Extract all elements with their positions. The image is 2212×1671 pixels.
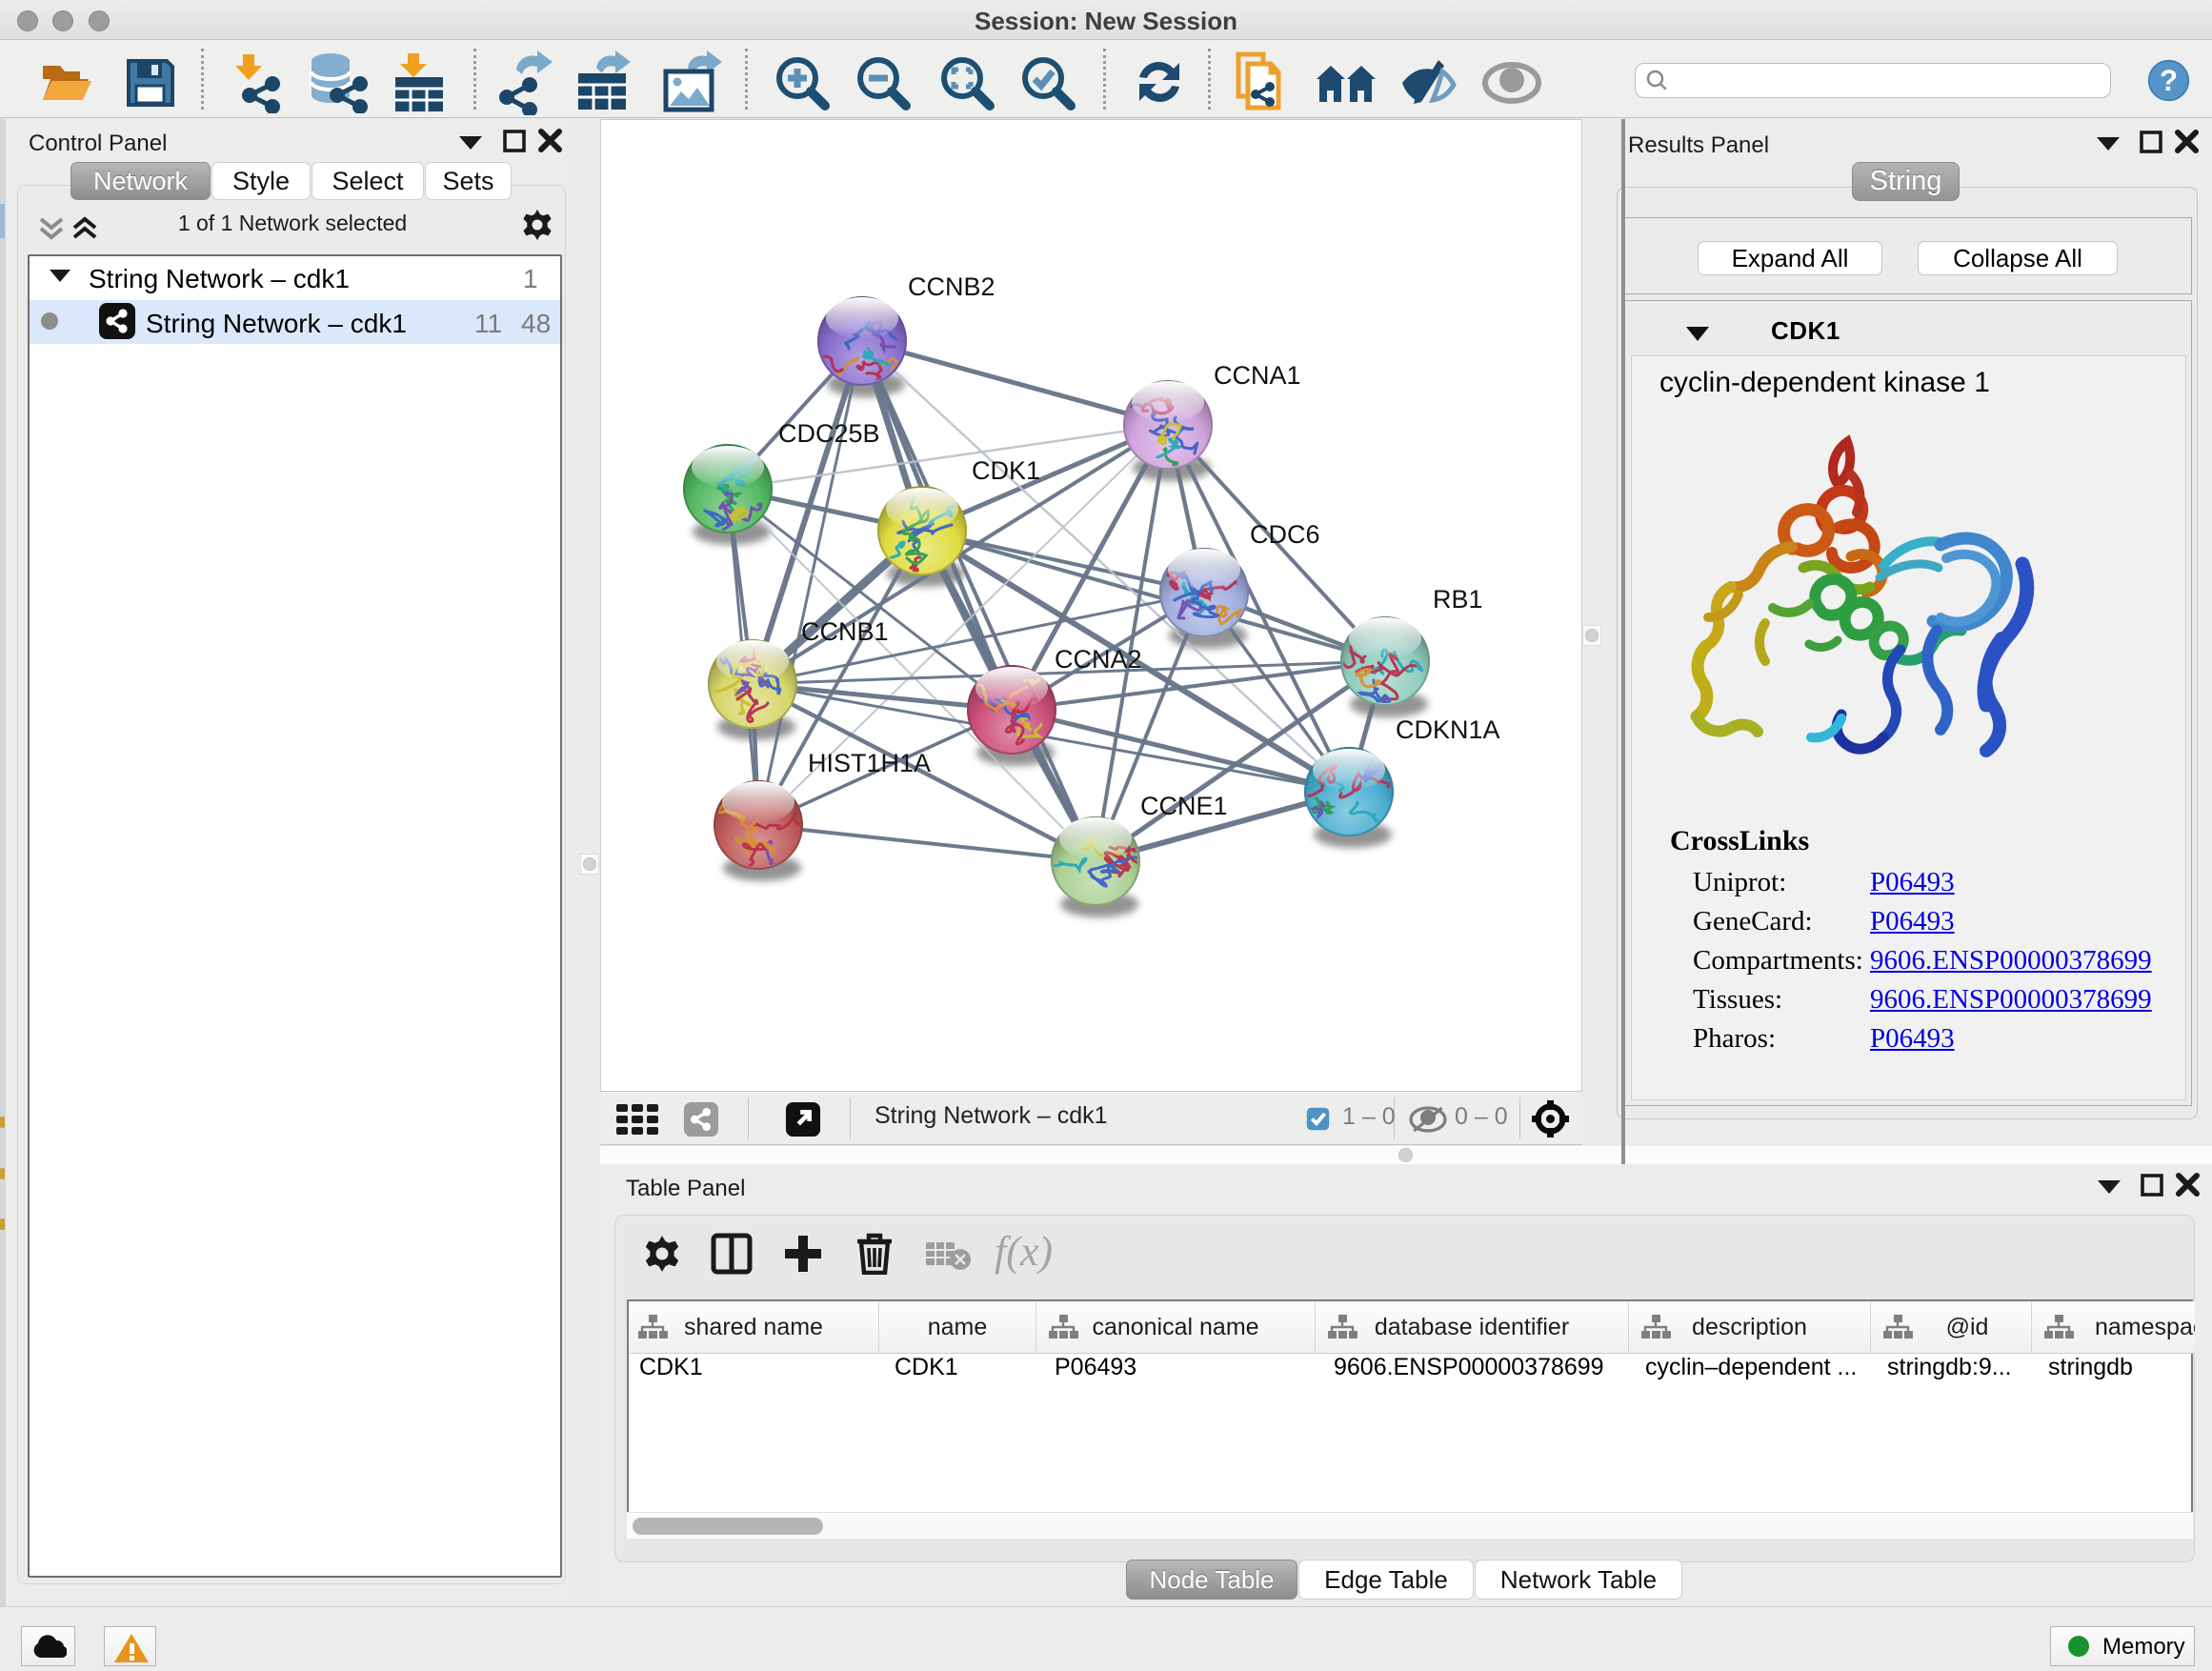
svg-text:CCNE1: CCNE1 bbox=[1140, 792, 1228, 820]
svg-text:CCNA2: CCNA2 bbox=[1055, 645, 1142, 674]
svg-text:CCNB2: CCNB2 bbox=[908, 272, 995, 301]
svg-text:RB1: RB1 bbox=[1433, 585, 1483, 614]
svg-text:CCNB1: CCNB1 bbox=[801, 617, 889, 646]
svg-text:CCNA1: CCNA1 bbox=[1214, 361, 1301, 390]
svg-text:CDC25B: CDC25B bbox=[778, 419, 880, 448]
svg-text:CDC6: CDC6 bbox=[1250, 520, 1320, 549]
svg-text:CDKN1A: CDKN1A bbox=[1396, 715, 1500, 744]
svg-text:CDK1: CDK1 bbox=[972, 456, 1040, 485]
svg-text:?: ? bbox=[2160, 64, 2178, 97]
svg-text:HIST1H1A: HIST1H1A bbox=[808, 749, 931, 777]
